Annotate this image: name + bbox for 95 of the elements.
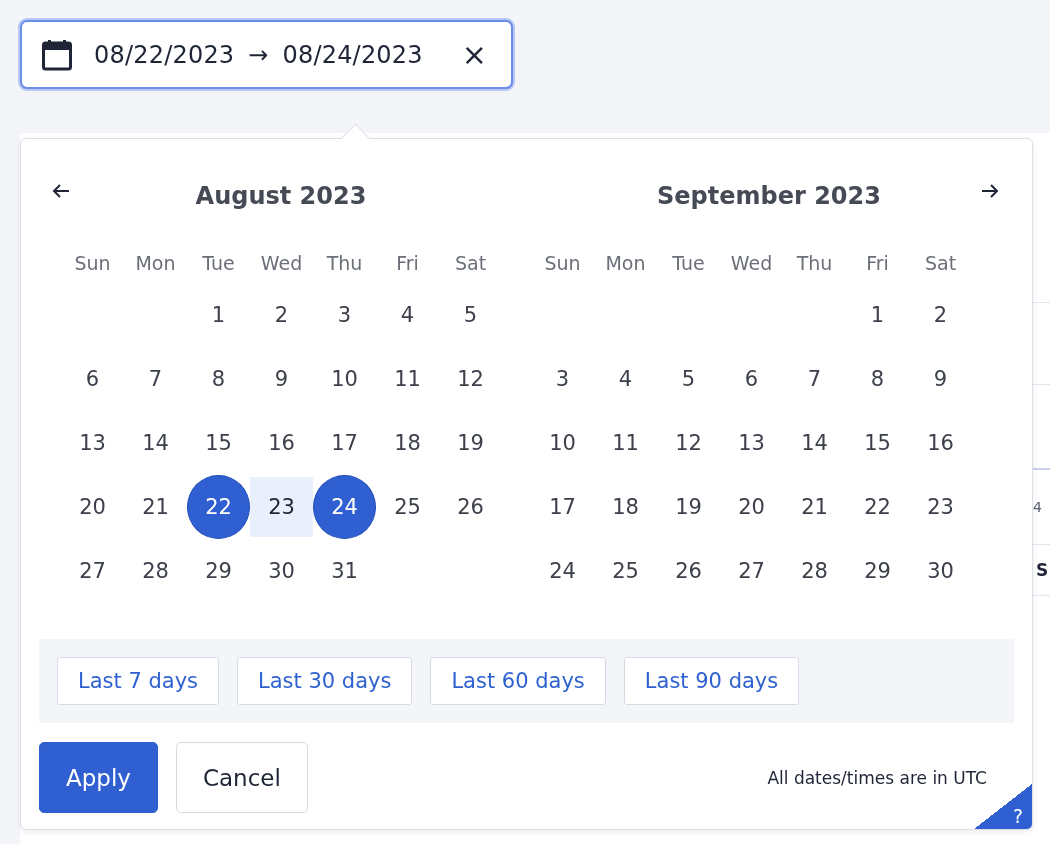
calendar-day[interactable]: 6	[61, 347, 124, 411]
calendar-day[interactable]: 29	[846, 539, 909, 603]
calendar-day[interactable]: 18	[376, 411, 439, 475]
weekday-label: Sun	[73, 252, 112, 274]
calendar-day[interactable]: 11	[594, 411, 657, 475]
weekday-label: Tue	[201, 252, 236, 274]
preset-button[interactable]: Last 90 days	[623, 657, 800, 705]
calendar-day[interactable]: 13	[720, 411, 783, 475]
calendar-day[interactable]: 12	[439, 347, 502, 411]
calendar-day[interactable]: 7	[783, 347, 846, 411]
start-date: 08/22/2023	[94, 40, 235, 69]
table-text: 4	[1033, 499, 1042, 515]
calendar-day[interactable]: 7	[124, 347, 187, 411]
calendar-day[interactable]: 21	[124, 475, 187, 539]
weekday-label: Thu	[795, 252, 834, 274]
calendar-day[interactable]: 27	[61, 539, 124, 603]
in-range-day[interactable]: 23	[250, 477, 313, 537]
calendar-day[interactable]: 25	[594, 539, 657, 603]
calendar-day[interactable]: 9	[250, 347, 313, 411]
help-badge[interactable]: ?	[974, 784, 1032, 829]
calendar-day[interactable]: 16	[250, 411, 313, 475]
calendar-day[interactable]: 10	[313, 347, 376, 411]
calendar-day[interactable]: 1	[846, 283, 909, 347]
calendar-day[interactable]: 10	[531, 411, 594, 475]
weekday-label: Sat	[923, 252, 958, 274]
calendar-day[interactable]: 14	[783, 411, 846, 475]
selected-day[interactable]: 22	[187, 475, 250, 539]
apply-button[interactable]: Apply	[39, 742, 158, 813]
next-month-icon[interactable]	[980, 182, 999, 200]
weekday-label: Wed	[729, 252, 774, 274]
calendar-day[interactable]: 15	[846, 411, 909, 475]
preset-button[interactable]: Last 30 days	[237, 657, 413, 705]
calendar-day[interactable]: 2	[909, 283, 972, 347]
calendar-day[interactable]: 19	[439, 411, 502, 475]
calendar-day[interactable]: 1	[187, 283, 250, 347]
calendar-day[interactable]: 24	[531, 539, 594, 603]
calendar-day[interactable]: 20	[61, 475, 124, 539]
table-text: S	[1036, 560, 1049, 580]
weekday-label: Wed	[259, 252, 304, 274]
preset-button[interactable]: Last 60 days	[430, 657, 606, 705]
calendar-icon	[42, 38, 72, 71]
date-range-field[interactable]: 08/22/2023 → 08/24/2023 ×	[20, 20, 513, 89]
weekday-label: Tue	[671, 252, 706, 274]
weekday-label: Mon	[604, 252, 647, 274]
arrow-icon: →	[248, 40, 269, 69]
calendar-day[interactable]: 15	[187, 411, 250, 475]
calendar-day[interactable]: 12	[657, 411, 720, 475]
calendar-day[interactable]: 28	[124, 539, 187, 603]
calendar-day[interactable]: 2	[250, 283, 313, 347]
month-title: August 2023	[194, 182, 368, 210]
calendar-day[interactable]: 9	[909, 347, 972, 411]
calendar-day[interactable]: 17	[313, 411, 376, 475]
calendar-day[interactable]: 11	[376, 347, 439, 411]
calendar-day[interactable]: 31	[313, 539, 376, 603]
calendar-day[interactable]: 4	[594, 347, 657, 411]
calendar-day[interactable]: 6	[720, 347, 783, 411]
weekday-label: Thu	[325, 252, 364, 274]
calendar-day[interactable]: 30	[909, 539, 972, 603]
cancel-button[interactable]: Cancel	[175, 742, 308, 813]
calendar-day[interactable]: 8	[846, 347, 909, 411]
month-title: September 2023	[656, 182, 882, 210]
calendar-day[interactable]: 8	[187, 347, 250, 411]
clear-button[interactable]: ×	[461, 39, 487, 70]
calendar-day[interactable]: 22	[846, 475, 909, 539]
help-text: ?	[1012, 805, 1023, 827]
weekday-label: Fri	[395, 252, 420, 274]
calendar-day[interactable]: 13	[61, 411, 124, 475]
calendar-day[interactable]: 26	[439, 475, 502, 539]
previous-month-icon[interactable]	[51, 182, 70, 200]
preset-button[interactable]: Last 7 days	[57, 657, 220, 705]
calendar-day[interactable]: 25	[376, 475, 439, 539]
calendar-day[interactable]: 17	[531, 475, 594, 539]
weekday-label: Sat	[453, 252, 488, 274]
calendar-day[interactable]: 5	[657, 347, 720, 411]
calendar-day[interactable]: 4	[376, 283, 439, 347]
calendar-day[interactable]: 20	[720, 475, 783, 539]
calendar-day[interactable]: 21	[783, 475, 846, 539]
calendar-day[interactable]: 3	[531, 347, 594, 411]
calendar-day[interactable]: 5	[439, 283, 502, 347]
calendar-day[interactable]: 23	[909, 475, 972, 539]
weekday-label: Mon	[134, 252, 177, 274]
calendar-day[interactable]: 29	[187, 539, 250, 603]
calendar-day[interactable]: 28	[783, 539, 846, 603]
calendar-day[interactable]: 18	[594, 475, 657, 539]
weekday-label: Fri	[865, 252, 890, 274]
calendar-day[interactable]: 26	[657, 539, 720, 603]
selected-day[interactable]: 24	[313, 475, 376, 539]
weekday-label: Sun	[543, 252, 582, 274]
calendar-day[interactable]: 16	[909, 411, 972, 475]
calendar-day[interactable]: 30	[250, 539, 313, 603]
calendar-day[interactable]: 27	[720, 539, 783, 603]
calendar-day[interactable]: 14	[124, 411, 187, 475]
calendar-day[interactable]: 19	[657, 475, 720, 539]
end-date: 08/24/2023	[282, 40, 423, 69]
calendar-day[interactable]: 3	[313, 283, 376, 347]
